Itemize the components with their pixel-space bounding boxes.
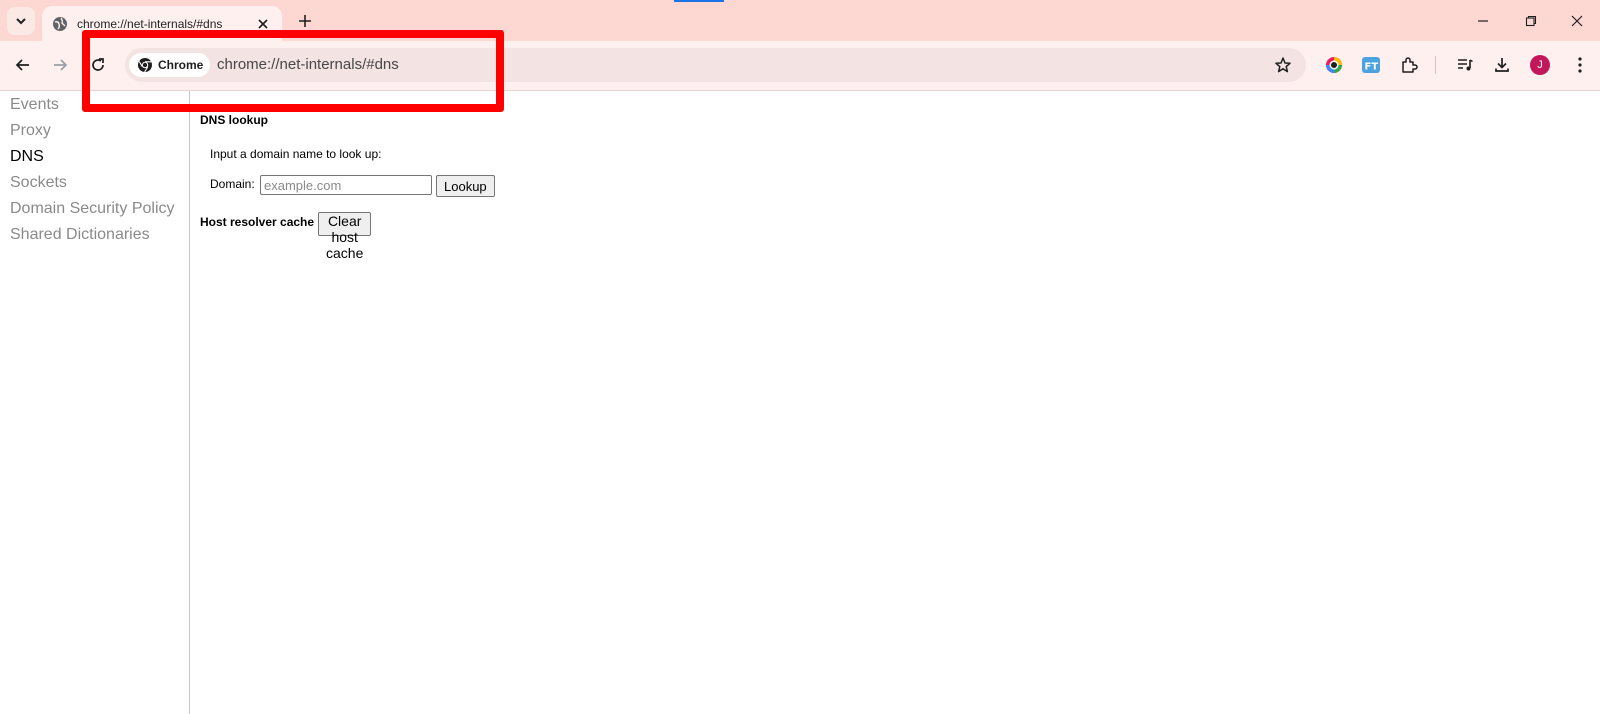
toolbar-divider: [1435, 56, 1436, 74]
new-tab-button[interactable]: [296, 12, 314, 30]
sidebar-item-proxy[interactable]: Proxy: [10, 122, 51, 140]
sidebar-item-shared-dictionaries[interactable]: Shared Dictionaries: [10, 226, 150, 244]
chrome-logo-icon: [137, 57, 153, 73]
kebab-menu-icon[interactable]: [1568, 53, 1592, 77]
domain-input[interactable]: [260, 175, 432, 195]
sidebar-item-domain-security-policy[interactable]: Domain Security Policy: [10, 200, 175, 218]
tab-title: chrome://net-internals/#dns: [77, 16, 223, 31]
restore-icon: [1525, 15, 1537, 27]
clear-host-cache-button[interactable]: Clear host cache: [318, 212, 372, 261]
site-info-chip[interactable]: Chrome: [129, 53, 210, 77]
dns-lookup-hint: Input a domain name to look up:: [210, 147, 382, 161]
host-resolver-cache-title: Host resolver cache: [200, 215, 315, 229]
drag-indicator: [674, 0, 724, 2]
sidebar-item-events[interactable]: Events: [10, 96, 59, 114]
active-tab[interactable]: chrome://net-internals/#dns: [42, 6, 282, 41]
globe-icon: [52, 16, 68, 32]
reload-icon: [92, 58, 104, 71]
omnibox[interactable]: Chrome chrome://net-internals/#dns: [125, 48, 1306, 82]
lookup-button[interactable]: Lookup: [436, 175, 495, 197]
close-window-button[interactable]: [1566, 10, 1588, 32]
download-icon[interactable]: [1490, 53, 1514, 77]
dns-lookup-title: DNS lookup: [200, 113, 268, 127]
url-text[interactable]: chrome://net-internals/#dns: [217, 56, 399, 73]
bookmark-star-icon[interactable]: [1274, 56, 1292, 74]
close-tab-icon[interactable]: [256, 17, 270, 31]
site-chip-label: Chrome: [158, 58, 204, 72]
restore-button[interactable]: [1520, 10, 1542, 32]
close-icon: [1571, 15, 1583, 27]
chevron-down-icon: [16, 18, 26, 25]
minimize-button[interactable]: [1472, 10, 1494, 32]
media-controls-icon[interactable]: [1453, 53, 1477, 77]
arrow-right-icon: [54, 59, 68, 71]
minimize-icon: [1478, 20, 1488, 22]
reload-button[interactable]: [86, 53, 110, 77]
svg-text:FT: FT: [1365, 62, 1379, 73]
arrow-left-icon: [15, 59, 29, 71]
forward-button[interactable]: [48, 53, 72, 77]
puzzle-extensions-icon[interactable]: [1397, 53, 1421, 77]
sidebar-item-dns[interactable]: DNS: [10, 148, 44, 166]
domain-label: Domain:: [210, 177, 255, 191]
tab-strip: chrome://net-internals/#dns: [0, 0, 1600, 41]
profile-avatar[interactable]: J: [1530, 55, 1550, 75]
back-button[interactable]: [11, 53, 35, 77]
net-internals-sidebar: Events Proxy DNS Sockets Domain Security…: [0, 91, 190, 714]
plus-icon: [299, 15, 311, 27]
tab-search-button[interactable]: [7, 7, 35, 35]
sidebar-item-sockets[interactable]: Sockets: [10, 174, 67, 192]
browser-toolbar: Chrome chrome://net-internals/#dns FT J: [0, 41, 1600, 91]
color-extension-icon[interactable]: [1322, 53, 1346, 77]
ft-extension-icon[interactable]: FT: [1359, 53, 1383, 77]
